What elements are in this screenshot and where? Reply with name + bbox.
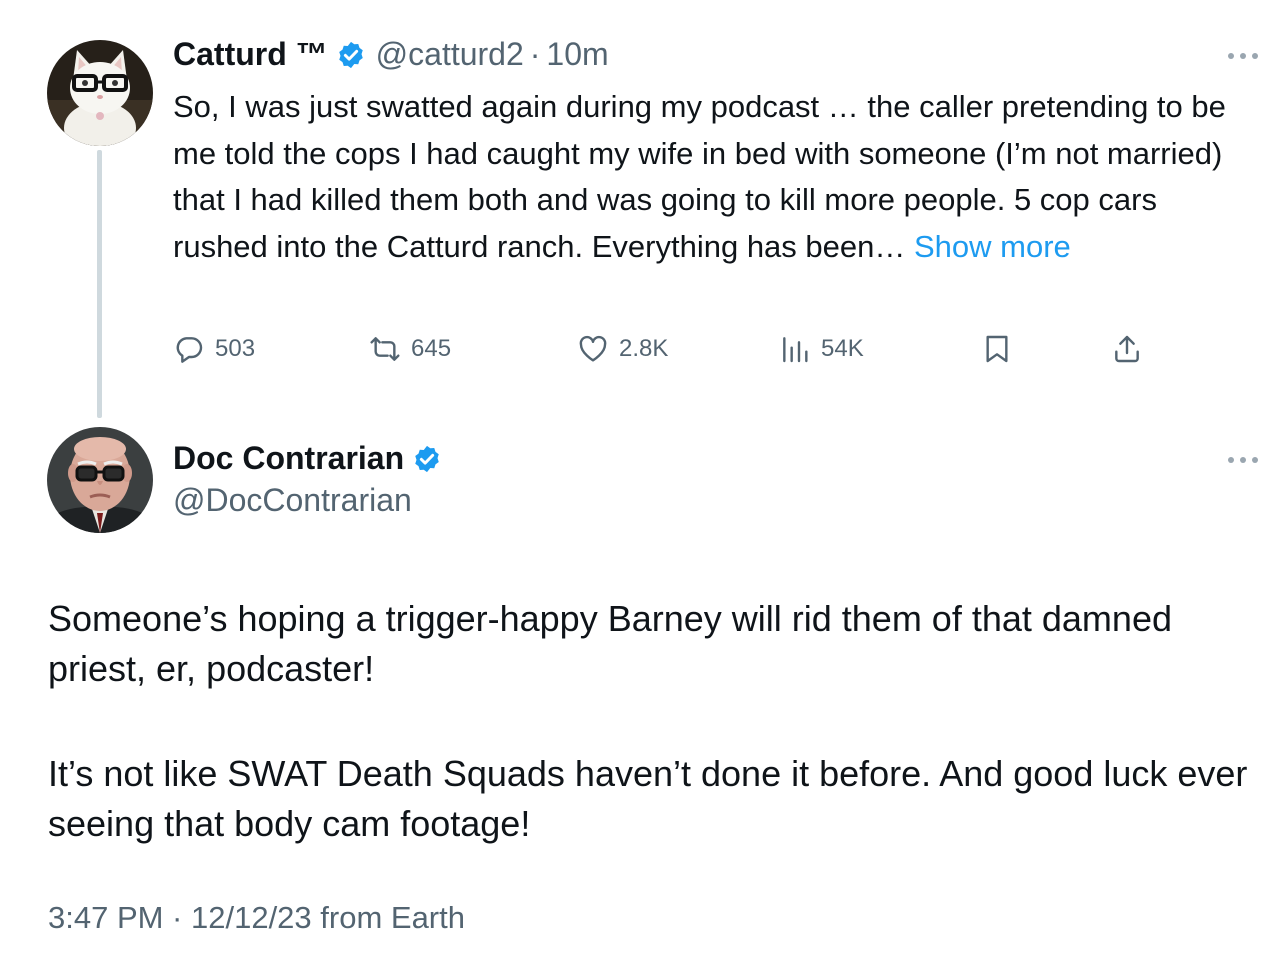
view-count: 54K <box>821 335 864 362</box>
more-options-icon[interactable] <box>1228 49 1258 63</box>
quoted-display-name[interactable]: Catturd ™ <box>173 36 328 73</box>
reply-paragraph: Someone’s hoping a trigger-happy Barney … <box>48 598 1172 689</box>
catturd-avatar[interactable] <box>47 40 153 146</box>
quoted-tweet-text[interactable]: So, I was just swatted again during my p… <box>173 84 1253 270</box>
cat-with-glasses-avatar-icon <box>47 40 153 146</box>
reply-tweet-text: Someone’s hoping a trigger-happy Barney … <box>48 594 1258 849</box>
quoted-tweet-header: Catturd ™ @catturd2 · 10m <box>173 36 609 73</box>
share-icon <box>1115 335 1139 363</box>
verified-badge-icon <box>336 40 366 70</box>
reply-display-name[interactable]: Doc Contrarian <box>173 440 404 477</box>
more-options-icon[interactable] <box>1228 453 1258 467</box>
repost-button[interactable]: 645 <box>369 328 451 370</box>
tweet-timestamp[interactable]: 3:47 PM · 12/12/23 from Earth <box>48 900 465 936</box>
reply-tweet-header: Doc Contrarian <box>173 440 442 477</box>
reply-count: 503 <box>215 335 256 362</box>
bookmark-button[interactable] <box>981 328 1013 370</box>
verified-badge-icon <box>412 444 442 474</box>
views-button[interactable]: 54K <box>779 328 864 370</box>
reply-icon <box>176 337 203 363</box>
bookmark-icon <box>986 335 1008 363</box>
like-button[interactable]: 2.8K <box>577 328 668 370</box>
repost-count: 645 <box>411 335 452 362</box>
old-man-with-glasses-avatar-icon <box>47 427 153 533</box>
views-chart-icon <box>783 337 808 363</box>
show-more-link[interactable]: Show more <box>914 229 1071 264</box>
like-count: 2.8K <box>619 335 669 362</box>
tweet-action-bar: 503 645 2.8K 54K <box>173 328 1173 370</box>
reply-button[interactable]: 503 <box>173 328 255 370</box>
reply-handle[interactable]: @DocContrarian <box>173 482 412 519</box>
repost-icon <box>370 337 400 361</box>
share-button[interactable] <box>1111 328 1143 370</box>
thread-connector-line <box>97 150 102 418</box>
time-separator: · <box>529 36 541 72</box>
reply-paragraph: It’s not like SWAT Death Squads haven’t … <box>48 753 1248 844</box>
doc-contrarian-avatar[interactable] <box>47 427 153 533</box>
quoted-time[interactable]: 10m <box>546 36 608 73</box>
quoted-handle[interactable]: @catturd2 <box>376 36 524 73</box>
heart-icon <box>579 335 607 362</box>
